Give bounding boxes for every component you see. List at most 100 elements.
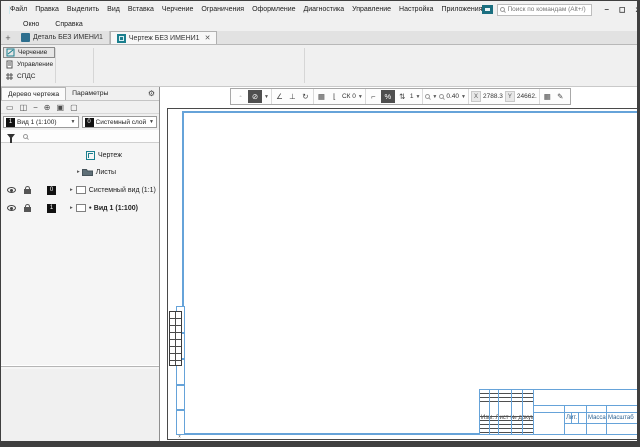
line-style-icon[interactable]: ⇅: [397, 90, 408, 103]
new-tab-button[interactable]: +: [1, 31, 15, 44]
folder-icon: [82, 168, 93, 176]
lock-icon[interactable]: [24, 189, 31, 194]
title-block-rows: [480, 413, 533, 435]
expand-arrow-icon[interactable]: ▸: [70, 187, 73, 193]
grid-toggle-icon[interactable]: ▦: [316, 90, 327, 103]
keyboard-input-icon[interactable]: ▦: [542, 90, 553, 103]
minimize-button[interactable]: –: [604, 5, 608, 14]
tree-tool-sheet-icon[interactable]: ▢: [70, 103, 78, 112]
tab-spds-toolset[interactable]: СПДС: [3, 71, 55, 82]
chevron-down-icon: ▼: [71, 119, 76, 125]
close-button[interactable]: x: [636, 5, 640, 14]
tab-drawing-tree[interactable]: Дерево чертежа: [1, 87, 66, 100]
menu-insert[interactable]: Вставка: [128, 6, 154, 13]
x-coordinate-value: 2788.3: [483, 93, 503, 100]
menu-row-2: Окно Справка: [1, 18, 637, 31]
gear-icon[interactable]: ⚙: [148, 89, 155, 98]
filter-icon[interactable]: [7, 134, 15, 139]
menu-file[interactable]: Файл: [10, 6, 27, 13]
tab-drafting-toolset[interactable]: Черчение: [3, 47, 55, 58]
tab-detail[interactable]: Деталь БЕЗ ИМЕНИ1: [15, 31, 110, 44]
tree-item-system-view[interactable]: 0 ▸ Системный вид (1:1): [1, 182, 159, 198]
tree-tool-line-icon[interactable]: −: [33, 103, 38, 112]
instrument-panel-tabs: Черчение Управление СПДС: [3, 47, 55, 83]
ortho-mode-icon[interactable]: %: [381, 90, 395, 103]
visibility-eye-icon[interactable]: [7, 187, 16, 193]
tree-tool-structure-icon[interactable]: ◫: [20, 103, 28, 112]
current-view-selector[interactable]: 1 Вид 1 (1:100) ▼: [3, 116, 79, 128]
tree-item-sheets[interactable]: ▸ Листы: [1, 164, 159, 180]
rotate-snap-icon[interactable]: ↻: [300, 90, 311, 103]
tree-toolbar: ▭ ◫ − ⊕ ▣ ▢: [1, 101, 159, 114]
selector-row: 1 Вид 1 (1:100) ▼ 0 Системный слой ▼: [1, 114, 159, 130]
menu-window[interactable]: Окно: [23, 21, 39, 28]
tree-search-icon[interactable]: [23, 134, 28, 139]
search-icon: [500, 7, 505, 12]
tab-management-toolset[interactable]: Управление: [3, 59, 55, 70]
menu-view[interactable]: Вид: [107, 6, 120, 13]
menu-drafting[interactable]: Черчение: [162, 6, 194, 13]
tree-tool-section-icon[interactable]: ⊕: [44, 103, 51, 112]
maximize-button[interactable]: ◻: [619, 5, 626, 14]
tab-drawing[interactable]: Чертеж БЕЗ ИМЕНИ1 ✕: [110, 31, 218, 44]
chevron-down-icon[interactable]: ▼: [415, 94, 420, 100]
view-number-badge: 1: [47, 204, 56, 213]
command-search[interactable]: [497, 4, 592, 16]
visibility-eye-icon[interactable]: [7, 205, 16, 211]
tab-parameters[interactable]: Параметры: [66, 87, 114, 100]
copied-by-label: Копировал: [548, 436, 578, 442]
line-style-value: 1: [410, 93, 414, 100]
menu-diagnostics[interactable]: Диагностика: [304, 6, 345, 13]
expand-arrow-icon[interactable]: ▸: [77, 169, 80, 175]
menu-select[interactable]: Выделить: [67, 6, 99, 13]
perpendicular-snap-icon[interactable]: ⊥: [287, 90, 298, 103]
window-layout-icon[interactable]: [482, 5, 493, 14]
tree-item-view-1[interactable]: 1 ▸ ● Вид 1 (1:100): [1, 200, 159, 216]
lock-icon[interactable]: [24, 207, 31, 212]
zoom-frame-icon[interactable]: [425, 94, 430, 99]
spds-toolset-icon: [5, 72, 14, 81]
panel-splitter[interactable]: [1, 365, 159, 367]
menu-settings[interactable]: Настройка: [399, 6, 433, 13]
revision-mini-table: [169, 311, 182, 366]
layer-badge: 0: [85, 118, 94, 127]
zoom-scale-icon[interactable]: [439, 94, 444, 99]
chevron-down-icon[interactable]: ▼: [264, 94, 269, 100]
ribbon-separator: [55, 48, 56, 83]
chevron-down-icon[interactable]: ▼: [358, 94, 363, 100]
left-strip-cell: Подп. и дата: [176, 385, 185, 410]
snaps-toggle-icon[interactable]: ⊘: [248, 90, 262, 103]
menu-edit[interactable]: Правка: [35, 6, 59, 13]
title-block: Изм. Лист № докум. Подп. Дата Лит. Масса…: [479, 389, 638, 435]
menu-management[interactable]: Управление: [352, 6, 391, 13]
chevron-down-icon[interactable]: ▼: [461, 94, 466, 100]
origin-marker: x: [178, 435, 180, 439]
search-input[interactable]: [507, 6, 591, 13]
view-icon: [76, 204, 86, 212]
tree-tool-scheme-icon[interactable]: ▭: [6, 103, 14, 112]
angle-snap-icon[interactable]: ∠: [274, 90, 285, 103]
menu-applications[interactable]: Приложения: [442, 6, 483, 13]
x-coordinate-label: X: [471, 91, 481, 102]
tab-close-icon[interactable]: ✕: [205, 34, 211, 42]
tree-tool-image-icon[interactable]: ▣: [57, 103, 65, 112]
drawing-canvas[interactable]: Подп. и дата Инв. № дубл. Взам. инв. № П…: [160, 87, 638, 442]
drawing-document-icon: [117, 34, 126, 43]
expand-arrow-icon[interactable]: ▸: [70, 205, 73, 211]
view-number-badge: 0: [47, 186, 56, 195]
ribbon-separator: [304, 48, 305, 83]
menu-constraints[interactable]: Ограничения: [201, 6, 244, 13]
coordinate-system-icon[interactable]: ⌊: [329, 90, 340, 103]
search-area: [482, 4, 592, 16]
menu-help[interactable]: Справка: [55, 21, 82, 28]
menu-styling[interactable]: Оформление: [252, 6, 295, 13]
pen-input-icon[interactable]: ✎: [555, 90, 566, 103]
chevron-down-icon[interactable]: ▼: [432, 94, 437, 100]
rounding-toggle-icon[interactable]: ⌐: [368, 90, 379, 103]
chevron-down-icon: ▼: [149, 119, 154, 125]
paper-left-edge: [167, 108, 168, 440]
current-layer-selector[interactable]: 0 Системный слой ▼: [82, 116, 158, 128]
drafting-toolset-icon: [6, 48, 15, 57]
global-snaps-settings-icon[interactable]: ▫: [235, 90, 246, 103]
tree-item-drawing[interactable]: Чертеж: [1, 147, 159, 163]
